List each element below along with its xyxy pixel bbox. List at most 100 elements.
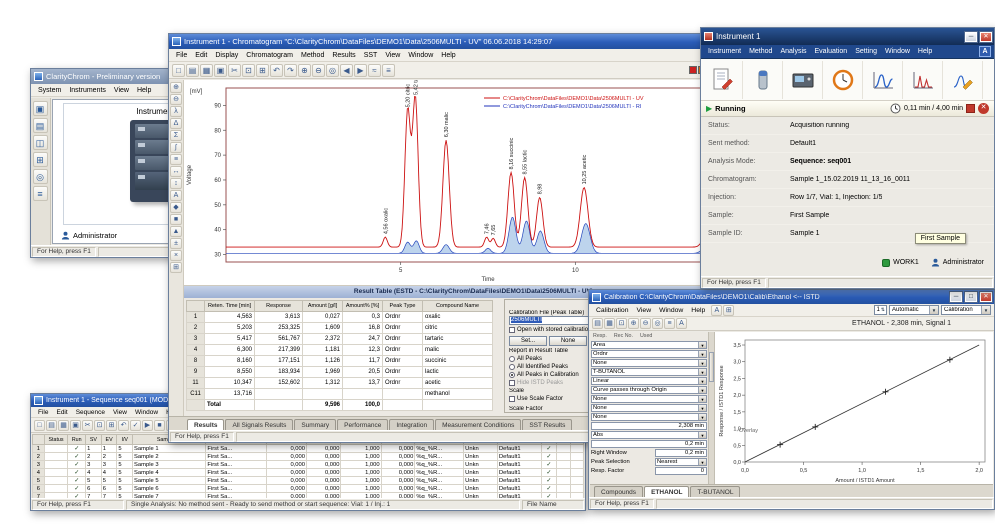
seq-cell[interactable]: 5	[117, 485, 133, 493]
seq-cell[interactable]: 6	[33, 485, 45, 493]
result-cell[interactable]: Ordnr	[383, 323, 423, 334]
seq-cell[interactable]: ✓	[541, 469, 557, 477]
grid-icon[interactable]: ⊞	[170, 262, 182, 273]
result-cell[interactable]: 217,399	[255, 345, 303, 356]
method-setup-icon[interactable]	[703, 61, 743, 99]
seq-cell[interactable]	[557, 453, 570, 461]
save-icon[interactable]: ▦	[604, 318, 615, 329]
seq-cell[interactable]: ✓	[541, 477, 557, 485]
result-cell[interactable]: 1,126	[303, 356, 343, 367]
seq-cell[interactable]	[570, 461, 584, 469]
zoom-out-icon[interactable]: ⊖	[312, 64, 325, 77]
compound-option-dropdown[interactable]: Area▼	[591, 341, 707, 349]
print-icon[interactable]: ▣	[214, 64, 227, 77]
seq-cell[interactable]: 1,000	[341, 469, 381, 477]
user-badge[interactable]: Administrator	[931, 258, 984, 267]
menu-view[interactable]: View	[110, 87, 133, 94]
open-icon[interactable]: ▤	[186, 64, 199, 77]
cut-icon[interactable]: ✂	[228, 64, 241, 77]
result-cell[interactable]	[343, 389, 383, 400]
seq-cell[interactable]: 0,000	[266, 445, 306, 453]
sequence-row[interactable]: 2✓225Sample 2First Sa...0,0000,0001,0000…	[33, 453, 584, 461]
chromatogram-graph[interactable]: 3040506070809051015[mV]Time[min]Voltage4…	[184, 80, 763, 286]
result-column-header[interactable]: Compound Name	[423, 301, 493, 312]
save-icon[interactable]: ▦	[200, 64, 213, 77]
result-column-header[interactable]	[187, 301, 205, 312]
result-column-header[interactable]: Amount [g/l]	[303, 301, 343, 312]
tab-results[interactable]: Results	[187, 419, 224, 430]
seq-cell[interactable]: Sample 2	[133, 453, 206, 461]
seq-cell[interactable]: First Sa...	[206, 445, 266, 453]
sequence-row[interactable]: 1✓115Sample 1First Sa...0,0000,0001,0000…	[33, 445, 584, 453]
result-cell[interactable]: 3	[187, 334, 205, 345]
right-window-field[interactable]: 0,2 min	[655, 449, 707, 457]
result-cell[interactable]: Ordnr	[383, 356, 423, 367]
chromatogram-icon[interactable]	[903, 61, 943, 99]
calibration-titlebar[interactable]: Calibration C:\ClarityChrom\DataFiles\DE…	[589, 290, 994, 304]
seq-cell[interactable]	[570, 469, 584, 477]
menu-calibration[interactable]: Calibration	[592, 307, 633, 314]
result-cell[interactable]: C11	[187, 389, 205, 400]
work-badge[interactable]: WORK1	[882, 259, 919, 267]
seq-cell[interactable]: 6	[101, 485, 117, 493]
menu-help[interactable]: Help	[437, 52, 459, 59]
result-row[interactable]: 35,417561,7672,37224,7Ordnrtartaric	[187, 334, 493, 345]
sum-icon[interactable]: Σ	[170, 130, 182, 141]
result-cell[interactable]: 177,151	[255, 356, 303, 367]
integral-icon[interactable]: ∫	[170, 142, 182, 153]
run-icon[interactable]: ▶	[142, 420, 153, 431]
scrollbar-thumb[interactable]	[709, 352, 714, 382]
baseline-icon[interactable]: ≡	[664, 318, 675, 329]
seq-cell[interactable]	[570, 445, 584, 453]
seq-cell[interactable]: ✓	[68, 461, 86, 469]
seq-cell[interactable]: 2	[33, 453, 45, 461]
result-row[interactable]: C1113,716 methanol	[187, 389, 493, 400]
zoom-in-icon[interactable]: ⊕	[170, 82, 182, 93]
tab-measurement-conditions[interactable]: Measurement Conditions	[435, 419, 521, 430]
seq-column-header[interactable]: Run	[68, 435, 86, 445]
redo-icon[interactable]: ↷	[284, 64, 297, 77]
seq-cell[interactable]: 5	[117, 461, 133, 469]
compound-option-dropdown[interactable]: Linear▼	[591, 377, 707, 385]
result-cell[interactable]	[383, 389, 423, 400]
seq-cell[interactable]: 2	[101, 453, 117, 461]
menu-setting[interactable]: Setting	[851, 48, 881, 55]
result-cell[interactable]: succinic	[423, 356, 493, 367]
tab-sst-results[interactable]: SST Results	[522, 419, 572, 430]
seq-cell[interactable]: 5	[117, 445, 133, 453]
menu-help[interactable]: Help	[687, 307, 709, 314]
seq-cell[interactable]: 4	[101, 469, 117, 477]
menu-analysis[interactable]: Analysis	[776, 48, 810, 55]
tab-compounds[interactable]: Compounds	[594, 486, 643, 497]
result-cell[interactable]: 10,347	[205, 378, 255, 389]
seq-cell[interactable]: 5	[101, 477, 117, 485]
result-cell[interactable]: 24,7	[343, 334, 383, 345]
zoom-all-icon[interactable]: ◎	[652, 318, 663, 329]
seq-cell[interactable]: Unkn	[464, 453, 498, 461]
seq-cell[interactable]: First Sa...	[206, 485, 266, 493]
menu-view[interactable]: View	[381, 52, 404, 59]
menu-sst[interactable]: SST	[360, 52, 382, 59]
user-badge[interactable]: Administrator	[61, 231, 117, 240]
abort-button[interactable]: ✕	[978, 103, 989, 114]
cut-icon[interactable]: ✂	[82, 420, 93, 431]
seq-cell[interactable]: 1	[33, 445, 45, 453]
stop-button[interactable]	[966, 104, 975, 113]
seq-cell[interactable]: 0,000	[381, 445, 415, 453]
monitor-icon[interactable]: ◎	[33, 169, 48, 184]
seq-cell[interactable]: 1	[86, 445, 102, 453]
seq-cell[interactable]: Sample 3	[133, 461, 206, 469]
result-cell[interactable]: citric	[423, 323, 493, 334]
zoom-in-icon[interactable]: ⊕	[298, 64, 311, 77]
block-icon[interactable]: ■	[170, 214, 182, 225]
seq-cell[interactable]: 5	[86, 477, 102, 485]
result-cell[interactable]: methanol	[423, 389, 493, 400]
seq-cell[interactable]	[44, 461, 68, 469]
sequence-row[interactable]: 4✓445Sample 4First Sa...0,0000,0001,0000…	[33, 469, 584, 477]
minimize-button[interactable]: ─	[950, 292, 962, 302]
result-cell[interactable]: 13,716	[205, 389, 255, 400]
undo-icon[interactable]: ↶	[270, 64, 283, 77]
close-button[interactable]: ✕	[980, 32, 992, 42]
result-cell[interactable]	[303, 389, 343, 400]
result-cell[interactable]: Ordnr	[383, 378, 423, 389]
